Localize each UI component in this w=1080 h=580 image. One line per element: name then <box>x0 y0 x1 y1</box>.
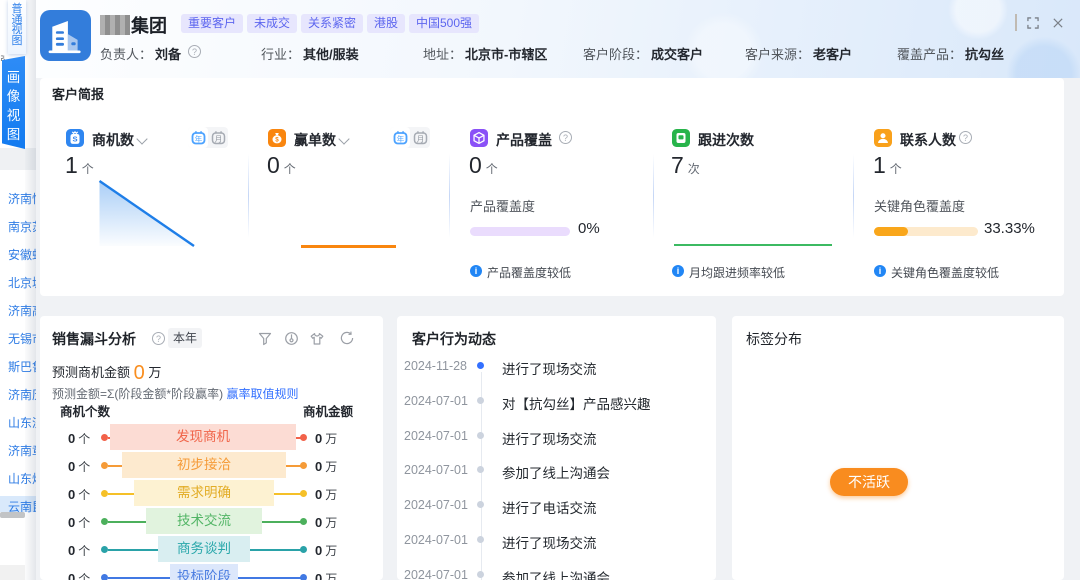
svg-text:月: 月 <box>416 134 424 143</box>
svg-text:月: 月 <box>214 134 222 143</box>
svg-text:$: $ <box>275 137 279 144</box>
svg-text:S: S <box>72 135 77 144</box>
svg-text:年: 年 <box>194 133 202 143</box>
svg-text:年: 年 <box>396 133 404 143</box>
